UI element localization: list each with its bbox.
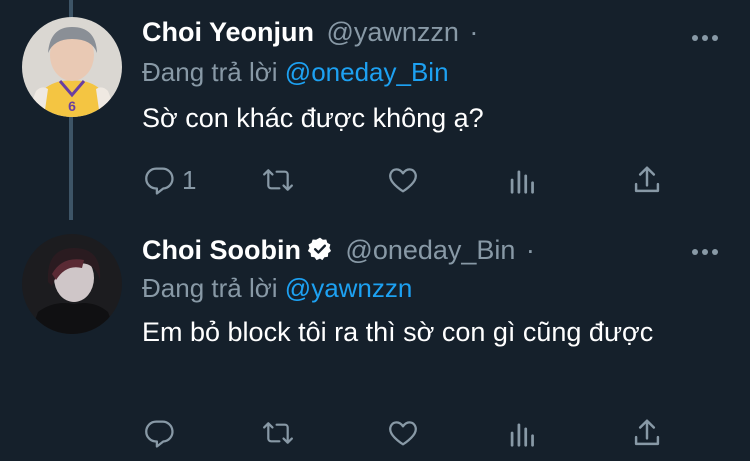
like-icon: [386, 416, 420, 450]
separator-dot: ·: [525, 235, 535, 265]
like-button[interactable]: [386, 160, 420, 200]
retweet-icon: [260, 416, 296, 450]
tweet-text: Sờ con khác được không ạ?: [142, 103, 484, 133]
like-icon: [386, 163, 420, 197]
replying-prefix: Đang trả lời: [142, 57, 278, 87]
tweet-text: Em bỏ block tôi ra thì sờ con gì cũng đư…: [142, 317, 654, 347]
svg-text:6: 6: [68, 98, 76, 114]
stats-button[interactable]: [508, 160, 538, 200]
handle[interactable]: @oneday_Bin: [345, 235, 515, 265]
display-name[interactable]: Choi Yeonjun: [142, 17, 314, 47]
stats-icon: [508, 416, 538, 450]
reply-count: 1: [182, 164, 197, 195]
mention-link[interactable]: @yawnzzn: [285, 273, 413, 303]
replying-to: Đang trả lời @yawnzzn: [142, 273, 412, 304]
retweet-button[interactable]: [260, 413, 296, 453]
display-name[interactable]: Choi Soobin: [142, 235, 301, 265]
reply-button[interactable]: [142, 413, 182, 453]
tweet[interactable]: Choi Soobin @oneday_Bin · Đang trả lời @…: [0, 220, 750, 461]
handle[interactable]: @yawnzzn: [326, 17, 458, 47]
separator-dot: ·: [469, 17, 479, 47]
reply-icon: [142, 163, 176, 197]
share-icon: [632, 416, 662, 450]
avatar[interactable]: 6: [22, 17, 122, 117]
share-button[interactable]: [632, 413, 662, 453]
stats-button[interactable]: [508, 413, 538, 453]
verified-icon: [307, 236, 333, 267]
more-icon[interactable]: [690, 30, 720, 41]
avatar[interactable]: [22, 234, 122, 334]
like-button[interactable]: [386, 413, 420, 453]
action-bar: 1: [142, 160, 682, 200]
replying-to: Đang trả lời @oneday_Bin: [142, 57, 449, 88]
tweet-header: Choi Yeonjun @yawnzzn ·: [142, 17, 478, 48]
retweet-button[interactable]: [260, 160, 296, 200]
retweet-icon: [260, 163, 296, 197]
stats-icon: [508, 163, 538, 197]
mention-link[interactable]: @oneday_Bin: [285, 57, 449, 87]
action-bar: [142, 413, 682, 453]
share-icon: [632, 163, 662, 197]
replying-prefix: Đang trả lời: [142, 273, 278, 303]
more-icon[interactable]: [690, 244, 720, 255]
tweet-header: Choi Soobin @oneday_Bin ·: [142, 235, 535, 267]
reply-button[interactable]: 1: [142, 160, 196, 200]
share-button[interactable]: [632, 160, 662, 200]
reply-icon: [142, 416, 176, 450]
tweet[interactable]: 6 Choi Yeonjun @yawnzzn · Đang trả lời @…: [0, 0, 750, 220]
